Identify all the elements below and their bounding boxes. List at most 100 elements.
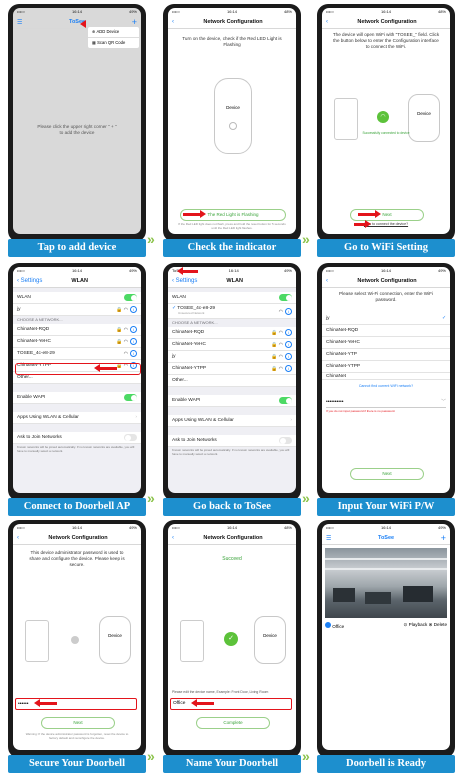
complete-button[interactable]: Complete xyxy=(196,717,270,729)
camera-preview[interactable] xyxy=(325,548,447,618)
nav-bar: ‹ Settings WLAN xyxy=(13,275,141,288)
step-5: ToSee16:1449% ‹ Settings WLAN WLAN ✓ TOS… xyxy=(163,263,301,516)
success-text: Succeed xyxy=(222,556,242,562)
wlan-toggle[interactable] xyxy=(124,294,137,301)
nav-bar: ‹ Network Configuration xyxy=(168,532,296,545)
scan-qr-item[interactable]: ▦ Scan QR Code xyxy=(88,38,139,48)
step-3: ••••○ 16:14 48% ‹ Network Configuration Th… xyxy=(317,4,455,257)
pointer-arrow-2 xyxy=(354,220,371,228)
ask-join-row[interactable]: Ask to Join Networks xyxy=(168,435,296,447)
back-icon[interactable]: ‹ xyxy=(17,535,19,541)
nav-bar: ‹ Network Configuration xyxy=(322,16,450,29)
network-row[interactable]: ChinaNet-RQD 🔒 ◠ i xyxy=(13,324,141,336)
wifi-option[interactable]: ChinaNet xyxy=(322,373,450,380)
page-title: ToSee xyxy=(378,535,395,541)
back-button[interactable]: ‹ Settings xyxy=(17,278,42,284)
step-6: ••••○ 16:14 49% ‹ Network Configuration Pl… xyxy=(317,263,455,516)
network-row-target[interactable]: TOSEE_4c-e8-29 ◠ i xyxy=(13,348,141,360)
step-2: ••••○ 16:14 48% ‹ Network Configuration Tu… xyxy=(163,4,301,257)
back-icon[interactable]: ‹ xyxy=(172,19,174,25)
apps-wlan-row[interactable]: Apps Using WLAN & Cellular › xyxy=(13,412,141,424)
footnote-text: If the Red LED light does not flash, pre… xyxy=(178,222,286,231)
enable-wapi-row[interactable]: Enable WAPI xyxy=(168,395,296,407)
network-row[interactable]: jy 🔒 ◠ i xyxy=(168,351,296,363)
apps-wlan-row[interactable]: Apps Using WLAN & Cellular › xyxy=(168,415,296,427)
playback-button[interactable]: ⊙ Playback xyxy=(404,622,428,627)
network-row[interactable]: ChinaNet-YeHC 🔒 ◠ i xyxy=(13,336,141,348)
phone-frame: ••••○ 16:14 48% ‹ Network Configuration Th… xyxy=(317,4,455,242)
camera-icon xyxy=(325,621,331,628)
add-device-item[interactable]: ⊕ ADD Device xyxy=(88,27,139,38)
phone-screen: ••••○ 16:14 48% ‹ Network Configuration Tu… xyxy=(168,8,296,234)
step-label: Input Your WiFi P/W xyxy=(317,498,455,516)
phone-frame: ••••○ 16:14 48% ‹ Network Configuration Tu… xyxy=(163,4,301,242)
device-image: Device xyxy=(99,616,131,664)
pointer-arrow xyxy=(94,364,117,372)
wifi-list: jy ✓ ChinaNet-RQD ChinaNet-YeHC ChinaNet-… xyxy=(322,313,450,380)
network-row[interactable]: ChinaNet-RQD 🔒 ◠ i xyxy=(168,327,296,339)
phone-frame: ToSee16:1449% ‹ Settings WLAN WLAN ✓ TOS… xyxy=(163,263,301,501)
nav-bar: ‹ Settings WLAN xyxy=(168,275,296,288)
current-network-row[interactable]: jy 🔒 ◠ i xyxy=(13,304,141,316)
wifi-icon: ◠ xyxy=(377,111,389,123)
how-to-link[interactable]: How to connect the device? xyxy=(322,222,450,227)
phone-frame: ••••○ 16:14 49% ☰ ToSee + Office ⊙ Playbac… xyxy=(317,520,455,758)
chevron-icon: » xyxy=(302,490,310,506)
phone-screen: ••••○ 16:14 49% ☰ ToSee + ⊕ ADD Device ▦ S… xyxy=(13,8,141,234)
highlight-box xyxy=(15,363,141,375)
add-icon[interactable]: + xyxy=(132,17,137,27)
back-button[interactable]: ‹ Settings xyxy=(172,278,197,284)
step-label: Name Your Doorbell xyxy=(163,755,301,773)
step-label: Secure Your Doorbell xyxy=(8,755,146,773)
next-button[interactable]: Next xyxy=(41,717,115,729)
phone-frame: ••••○ 16:14 49% ‹ Network Configuration Pl… xyxy=(317,263,455,501)
menu-icon[interactable]: ☰ xyxy=(326,535,331,542)
phone-frame: ••••○ 16:14 49% ‹ Network Configuration Th… xyxy=(8,520,146,758)
wifi-option[interactable]: ChinaNet-YTP xyxy=(322,349,450,361)
step-label: Tap to add device xyxy=(8,239,146,257)
menu-icon[interactable]: ☰ xyxy=(17,19,22,26)
network-row[interactable]: ChinaNet-YeHC 🔒 ◠ i xyxy=(168,339,296,351)
delete-button[interactable]: ⊗ Delete xyxy=(429,622,447,627)
wlan-toggle-row[interactable]: WLAN xyxy=(168,292,296,304)
step-label: Go to WiFi Setting xyxy=(317,239,455,257)
ask-desc: Known networks will be joined automatica… xyxy=(172,448,290,456)
nav-bar: ‹ Network Configuration xyxy=(13,532,141,545)
pointer-arrow xyxy=(34,699,57,707)
back-icon[interactable]: ‹ xyxy=(172,535,174,541)
password-field[interactable]: •••••••••• ﹀ xyxy=(326,397,446,408)
wifi-option[interactable]: ChinaNet-RQD xyxy=(322,325,450,337)
pointer-arrow xyxy=(177,267,198,275)
status-bar: ••••○ 16:14 49% xyxy=(13,267,141,275)
status-bar: ••••○ 16:14 48% xyxy=(172,525,292,530)
add-icon[interactable]: + xyxy=(441,533,446,543)
chevron-icon: » xyxy=(147,490,155,506)
step-4: ••••○ 16:14 49% ‹ Settings WLAN WLAN jy 🔒 ◠… xyxy=(8,263,146,516)
status-bar: ••••○ 16:14 49% xyxy=(326,268,446,273)
ask-join-row[interactable]: Ask to Join Networks xyxy=(13,432,141,444)
page-title: Network Configuration xyxy=(203,535,263,541)
step-label: Check the indicator xyxy=(163,239,301,257)
info-icon[interactable]: i xyxy=(130,306,137,313)
wifi-option[interactable]: ChinaNet-YTPP xyxy=(322,361,450,373)
network-row[interactable]: ChinaNet-YTPP 🔒 ◠ i xyxy=(168,363,296,375)
camera-info-row: Office ⊙ Playback ⊗ Delete xyxy=(325,620,447,630)
phone-screen: ••••○ 16:14 49% ‹ Settings WLAN WLAN jy 🔒 ◠… xyxy=(13,267,141,493)
next-button[interactable]: Next xyxy=(350,468,424,480)
back-icon[interactable]: ‹ xyxy=(326,278,328,284)
phone-screen: ••••○ 16:14 49% ‹ Network Configuration Th… xyxy=(13,524,141,750)
back-icon[interactable]: ‹ xyxy=(326,19,328,25)
ask-desc: Known networks will be joined automatica… xyxy=(17,445,135,453)
enable-wapi-row[interactable]: Enable WAPI xyxy=(13,392,141,404)
wifi-option[interactable]: ChinaNet-YeHC xyxy=(322,337,450,349)
current-network-row[interactable]: ✓ TOSEE_4c-e8-29 Unsecured Network ◠ i xyxy=(168,304,296,319)
cannot-find-link[interactable]: Cannot find current WiFi network? xyxy=(322,384,450,389)
device-name-field[interactable]: Office xyxy=(170,698,292,710)
instruction-text: Turn on the device, check if the Red LED… xyxy=(182,36,282,48)
wifi-option-selected[interactable]: jy ✓ xyxy=(322,313,450,325)
network-row-other[interactable]: Other... xyxy=(168,375,296,387)
pointer-arrow xyxy=(191,699,214,707)
chevron-icon: » xyxy=(147,748,155,764)
wlan-toggle-row[interactable]: WLAN xyxy=(13,292,141,304)
phone-illustration xyxy=(180,620,204,662)
